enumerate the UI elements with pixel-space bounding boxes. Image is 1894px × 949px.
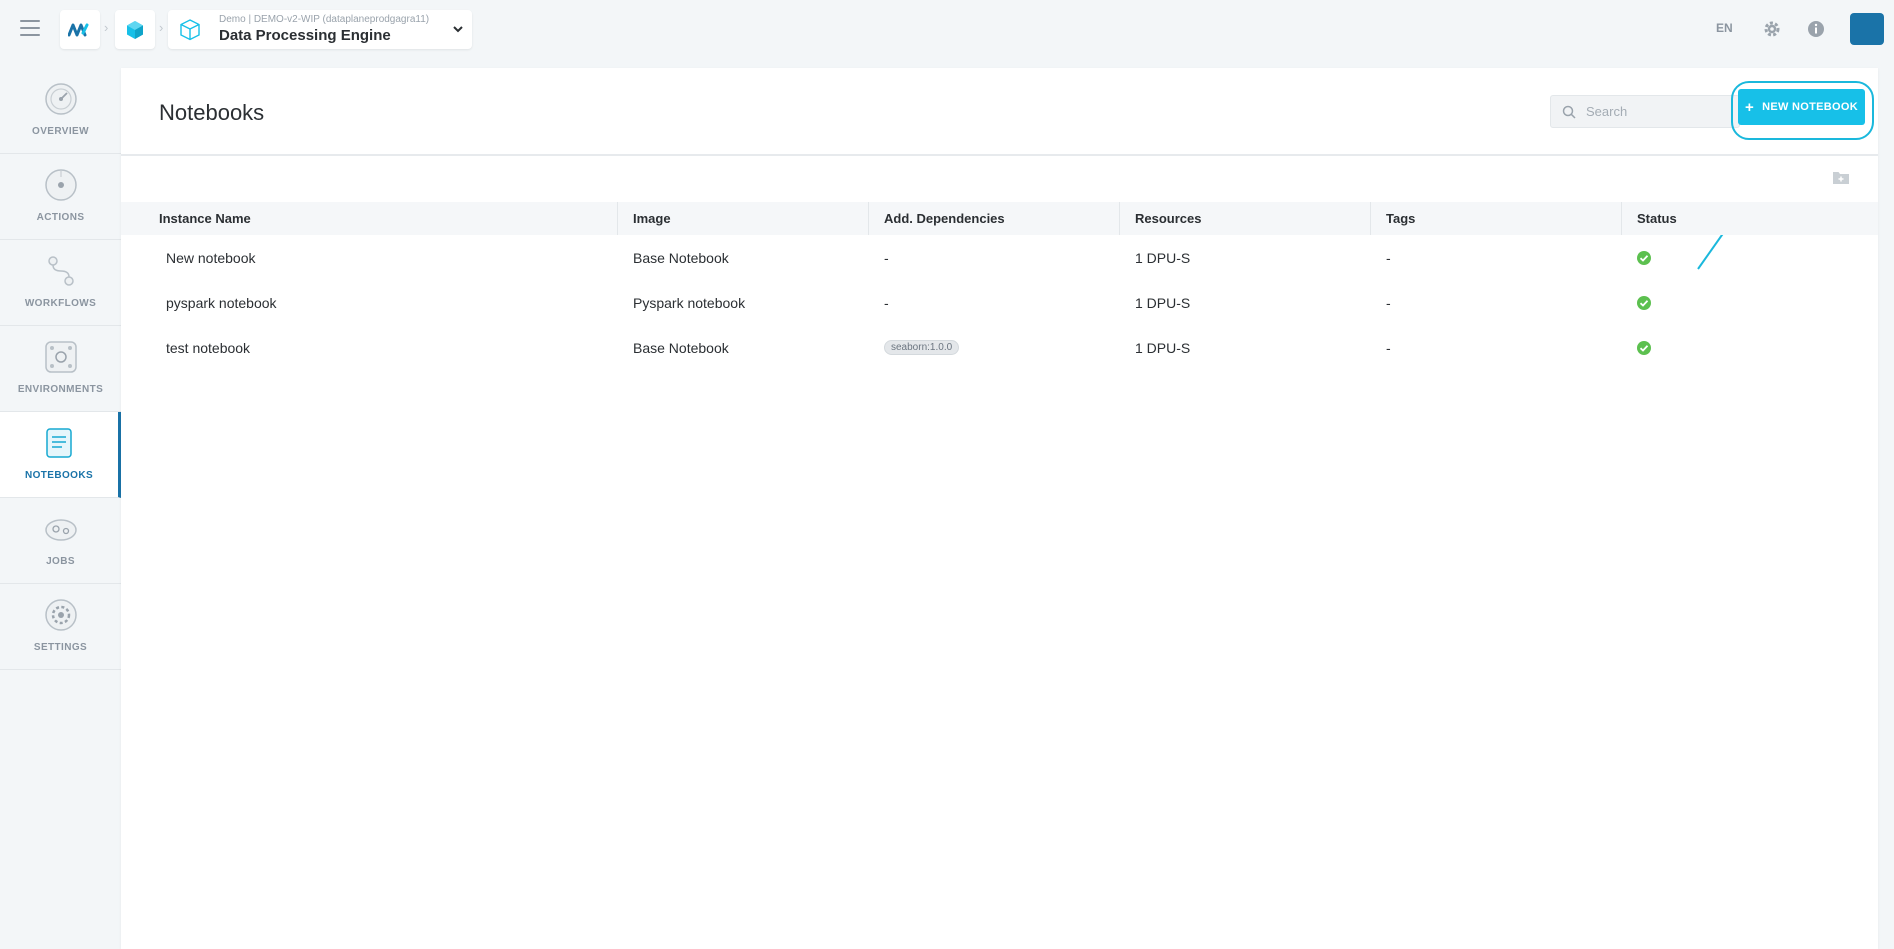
instance-name[interactable]: test notebook (121, 325, 617, 370)
image-cell: Pyspark notebook (633, 294, 746, 311)
status-cell (1621, 235, 1878, 280)
instance-name[interactable]: pyspark notebook (121, 280, 617, 325)
column-header-image[interactable]: Image (617, 202, 868, 235)
sidebar-item-label: SETTINGS (33, 642, 88, 653)
column-header-tags[interactable]: Tags (1370, 202, 1621, 235)
plus-icon: + (1745, 98, 1755, 116)
sidebar-item-label: WORKFLOWS (24, 298, 97, 309)
sidebar-item-notebooks[interactable]: NOTEBOOKS (0, 412, 121, 498)
actions-circle-icon (44, 169, 77, 201)
column-header-resources[interactable]: Resources (1119, 202, 1370, 235)
sidebar-item-settings[interactable]: SETTINGS (0, 584, 121, 670)
chevron-down-icon[interactable] (452, 23, 464, 35)
sidebar-item-environments[interactable]: ENVIRONMENTS (0, 326, 121, 412)
project-title: Data Processing Engine (219, 27, 391, 44)
project-subtitle: Demo | DEMO-v2-WIP (dataplaneprodgagra11… (219, 14, 430, 25)
table-header: Instance Name Image Add. Dependencies Re… (121, 202, 1878, 235)
search-icon (1562, 105, 1576, 119)
info-icon[interactable] (1806, 19, 1826, 39)
resources-cell: 1 DPU-S (1135, 294, 1191, 311)
notebook-icon (46, 428, 72, 458)
home-logo-button[interactable] (60, 10, 100, 49)
sidebar-item-actions[interactable]: ACTIONS (0, 154, 121, 240)
user-avatar[interactable] (1850, 13, 1884, 45)
table-row[interactable]: New notebook Base Notebook - 1 DPU-S - (121, 235, 1878, 280)
breadcrumb-separator-icon: › (104, 20, 109, 35)
table-row[interactable]: pyspark notebook Pyspark notebook - 1 DP… (121, 280, 1878, 325)
search-input[interactable] (1586, 104, 1726, 119)
dependencies-cell: seaborn:1.0.0 (868, 325, 1119, 370)
sidebar-item-label: NOTEBOOKS (24, 470, 94, 481)
breadcrumb-separator-icon: › (159, 20, 164, 35)
column-header-instance-name[interactable]: Instance Name (121, 202, 617, 235)
instance-name[interactable]: New notebook (121, 235, 617, 280)
column-header-dependencies[interactable]: Add. Dependencies (868, 202, 1119, 235)
new-notebook-label: NEW NOTEBOOK (1762, 101, 1858, 113)
table-row[interactable]: test notebook Base Notebook seaborn:1.0.… (121, 325, 1878, 370)
status-cell (1621, 280, 1878, 325)
resources-cell: 1 DPU-S (1135, 249, 1191, 266)
image-cell: Base Notebook (633, 249, 729, 266)
sidebar-item-label: OVERVIEW (32, 126, 89, 137)
dependencies-cell: - (884, 294, 889, 311)
column-header-status[interactable]: Status (1621, 202, 1878, 235)
image-cell: Base Notebook (633, 339, 729, 356)
status-ok-icon (1637, 250, 1651, 265)
top-bar: › › Demo | DEMO-v2-WIP (dataplaneprodgag… (0, 0, 1894, 57)
new-notebook-button[interactable]: + NEW NOTEBOOK (1738, 89, 1865, 125)
settings-gear-icon[interactable] (1762, 19, 1782, 39)
sidebar-item-label: JOBS (46, 556, 75, 567)
panel-header: Notebooks + NEW NOTEBOOK (121, 68, 1878, 156)
resources-cell: 1 DPU-S (1135, 339, 1191, 356)
dependencies-cell: - (884, 249, 889, 266)
page-title: Notebooks (159, 100, 265, 125)
sidebar-item-workflows[interactable]: WORKFLOWS (0, 240, 121, 326)
status-ok-icon (1637, 340, 1651, 355)
product-cube-icon (127, 20, 143, 39)
overview-gauge-icon (44, 83, 77, 115)
search-box[interactable] (1550, 95, 1740, 128)
sidebar-item-overview[interactable]: OVERVIEW (0, 68, 121, 154)
package-cube-icon (180, 19, 200, 41)
product-crumb-button[interactable] (115, 10, 155, 49)
tags-cell: - (1386, 339, 1391, 356)
sidebar-item-label: ENVIRONMENTS (17, 384, 104, 395)
sidebar-item-jobs[interactable]: JOBS (0, 498, 121, 584)
dependency-tag: seaborn:1.0.0 (884, 340, 960, 355)
tags-cell: - (1386, 249, 1391, 266)
folder-add-icon[interactable] (1832, 170, 1850, 185)
brand-logo-icon (68, 23, 89, 36)
sidebar-item-label: ACTIONS (36, 212, 85, 223)
hamburger-icon[interactable] (20, 20, 40, 36)
settings-gear-icon (44, 599, 77, 631)
jobs-cloud-icon (44, 519, 77, 541)
status-cell (1621, 325, 1878, 370)
workflows-flow-icon (47, 256, 74, 286)
environments-network-icon (44, 341, 77, 373)
language-switcher[interactable]: EN (1716, 21, 1733, 35)
main-panel: Notebooks + NEW NOTEBOOK Instance Name I… (121, 68, 1878, 949)
project-selector[interactable]: Demo | DEMO-v2-WIP (dataplaneprodgagra11… (168, 10, 472, 49)
tags-cell: - (1386, 294, 1391, 311)
status-ok-icon (1637, 295, 1651, 310)
sidebar: OVERVIEW ACTIONS WORKFLOWS ENVIRONMENTS (0, 68, 121, 672)
